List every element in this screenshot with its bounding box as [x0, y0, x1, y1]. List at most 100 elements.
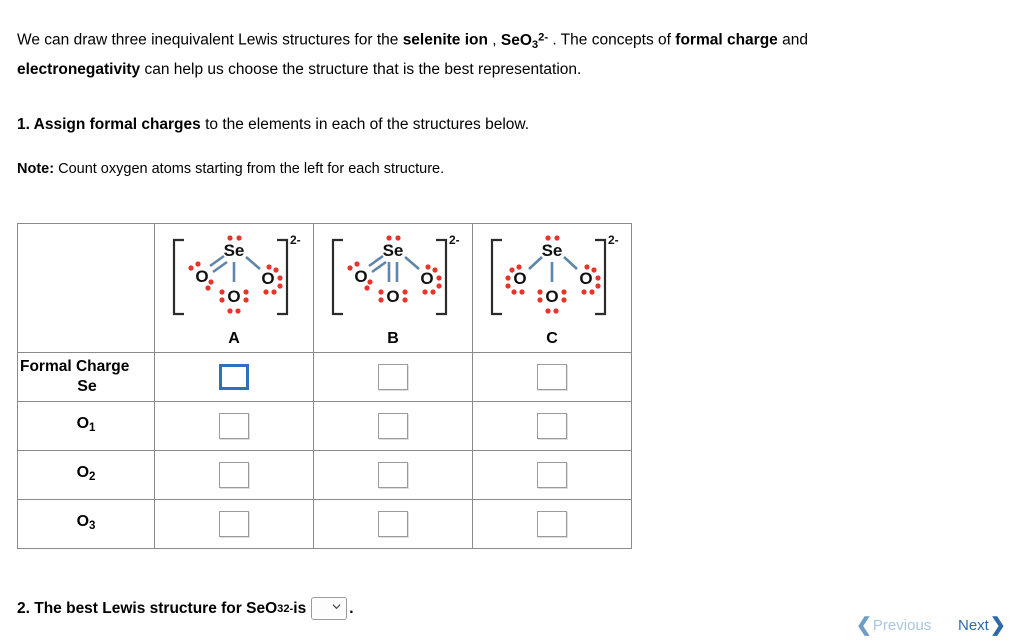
- structure-cell-c: Se O O O 2- C: [472, 223, 632, 353]
- table-row-structures: Se O O O 2- A Se O O O 2- B Se O O O 2- …: [17, 223, 632, 353]
- previous-button[interactable]: ❮ Previous: [856, 616, 931, 635]
- cell-se-b[interactable]: [313, 352, 473, 402]
- table-corner-empty-cell: [17, 223, 155, 353]
- intro-text-4: and: [777, 31, 808, 49]
- question-2-period: .: [349, 599, 354, 617]
- question-1-prompt: 1. Assign formal charges to the elements…: [17, 116, 529, 134]
- input-se-structure-c[interactable]: [537, 364, 567, 390]
- svg-text:O: O: [545, 287, 558, 306]
- row-label-se-content: Formal Charge Se: [18, 357, 154, 397]
- row-label-o3-content: O3: [18, 512, 154, 536]
- lewis-structure-b: Se O O O 2-: [314, 226, 472, 330]
- row-label-o2-content: O2: [18, 463, 154, 487]
- note-label: Note:: [17, 161, 55, 177]
- question-2-mid: is: [293, 599, 307, 617]
- intro-text-1: We can draw three inequivalent Lewis str…: [17, 31, 403, 49]
- question-2-prompt: 2. The best Lewis structure for SeO 3 2- i…: [17, 597, 354, 620]
- input-o1-structure-b[interactable]: [378, 413, 408, 439]
- cell-o1-c[interactable]: [472, 401, 632, 451]
- intro-bold-formal-charge: formal charge: [675, 31, 778, 49]
- intro-text-3: . The concepts of: [548, 31, 676, 49]
- intro-bold-selenite-ion: selenite ion: [402, 31, 488, 49]
- row-label-o2: O2: [17, 450, 155, 500]
- structure-label-b: B: [387, 330, 399, 347]
- chevron-down-icon: [332, 604, 341, 610]
- next-button[interactable]: Next ❯: [958, 616, 1006, 635]
- table-row-se: Formal Charge Se: [17, 352, 632, 402]
- intro-bold-electronegativity: electronegativity: [17, 61, 141, 79]
- svg-text:2-: 2-: [608, 233, 619, 247]
- cell-o2-a[interactable]: [154, 450, 314, 500]
- svg-text:O: O: [261, 269, 274, 288]
- svg-text:Se: Se: [224, 241, 245, 260]
- cell-se-a[interactable]: [154, 352, 314, 402]
- table-row-o1: O1: [17, 401, 632, 451]
- svg-text:O: O: [420, 269, 433, 288]
- row-label-o1-content: O1: [18, 414, 154, 438]
- note-text: Count oxygen atoms starting from the lef…: [54, 161, 445, 177]
- input-se-structure-b[interactable]: [378, 364, 408, 390]
- svg-text:O: O: [513, 269, 526, 288]
- cell-o1-a[interactable]: [154, 401, 314, 451]
- structure-label-c: C: [546, 330, 558, 347]
- svg-text:O: O: [354, 267, 367, 286]
- intro-formula-superscript: 2-: [538, 31, 549, 43]
- input-o1-structure-c[interactable]: [537, 413, 567, 439]
- structure-cell-a: Se O O O 2- A: [154, 223, 314, 353]
- o2-subscript: 2: [89, 470, 96, 483]
- cell-o3-c[interactable]: [472, 499, 632, 549]
- formal-charge-se-symbol: Se: [77, 378, 97, 395]
- input-o2-structure-c[interactable]: [537, 462, 567, 488]
- o1-symbol: O: [76, 415, 90, 433]
- svg-text:O: O: [195, 267, 208, 286]
- svg-text:2-: 2-: [290, 233, 301, 247]
- cell-se-c[interactable]: [472, 352, 632, 402]
- o1-subscript: 1: [89, 421, 96, 434]
- next-button-label: Next: [958, 617, 989, 634]
- lewis-structure-a: Se O O O 2-: [155, 226, 313, 330]
- chevron-right-icon: ❯: [989, 615, 1006, 636]
- lewis-structure-c: Se O O O 2-: [473, 226, 631, 330]
- cell-o1-b[interactable]: [313, 401, 473, 451]
- question-1-rest: to the elements in each of the structure…: [200, 116, 530, 133]
- intro-text-2: ,: [487, 31, 501, 49]
- svg-text:O: O: [227, 287, 240, 306]
- intro-paragraph: We can draw three inequivalent Lewis str…: [17, 24, 897, 83]
- cell-o3-a[interactable]: [154, 499, 314, 549]
- worksheet-page: We can draw three inequivalent Lewis str…: [0, 0, 1024, 641]
- o2-symbol: O: [76, 464, 90, 482]
- structure-label-a: A: [228, 330, 240, 347]
- o3-symbol: O: [76, 513, 90, 531]
- input-o2-structure-a[interactable]: [219, 462, 249, 488]
- input-o3-structure-c[interactable]: [537, 511, 567, 537]
- row-label-o1: O1: [17, 401, 155, 451]
- svg-text:Se: Se: [383, 241, 404, 260]
- navigation-bar: ❮ Previous Next ❯: [856, 616, 1016, 640]
- table-row-o2: O2: [17, 450, 632, 500]
- input-o3-structure-a[interactable]: [219, 511, 249, 537]
- intro-text-5: can help us choose the structure that is…: [140, 61, 582, 79]
- previous-button-label: Previous: [872, 617, 932, 634]
- input-o2-structure-b[interactable]: [378, 462, 408, 488]
- question-2-lead: 2. The best Lewis structure for SeO: [17, 599, 278, 617]
- input-se-structure-a[interactable]: [219, 364, 249, 390]
- intro-formula: SeO32-: [500, 31, 549, 50]
- best-structure-select[interactable]: [311, 597, 348, 620]
- formal-charge-title: Formal Charge: [20, 358, 130, 375]
- svg-text:Se: Se: [542, 241, 563, 260]
- chevron-left-icon: ❮: [856, 615, 872, 636]
- intro-formula-main: SeO: [500, 31, 532, 49]
- svg-text:O: O: [579, 269, 592, 288]
- question-2-superscript: 2-: [283, 602, 294, 615]
- row-label-se: Formal Charge Se: [17, 352, 155, 402]
- svg-text:2-: 2-: [449, 233, 460, 247]
- input-o1-structure-a[interactable]: [219, 413, 249, 439]
- cell-o2-c[interactable]: [472, 450, 632, 500]
- structure-cell-b: Se O O O 2- B: [313, 223, 473, 353]
- cell-o3-b[interactable]: [313, 499, 473, 549]
- question-1-lead: 1. Assign formal charges: [17, 116, 201, 133]
- cell-o2-b[interactable]: [313, 450, 473, 500]
- input-o3-structure-b[interactable]: [378, 511, 408, 537]
- formal-charge-table: Se O O O 2- A Se O O O 2- B Se O O O 2- …: [17, 223, 632, 549]
- row-label-o3: O3: [17, 499, 155, 549]
